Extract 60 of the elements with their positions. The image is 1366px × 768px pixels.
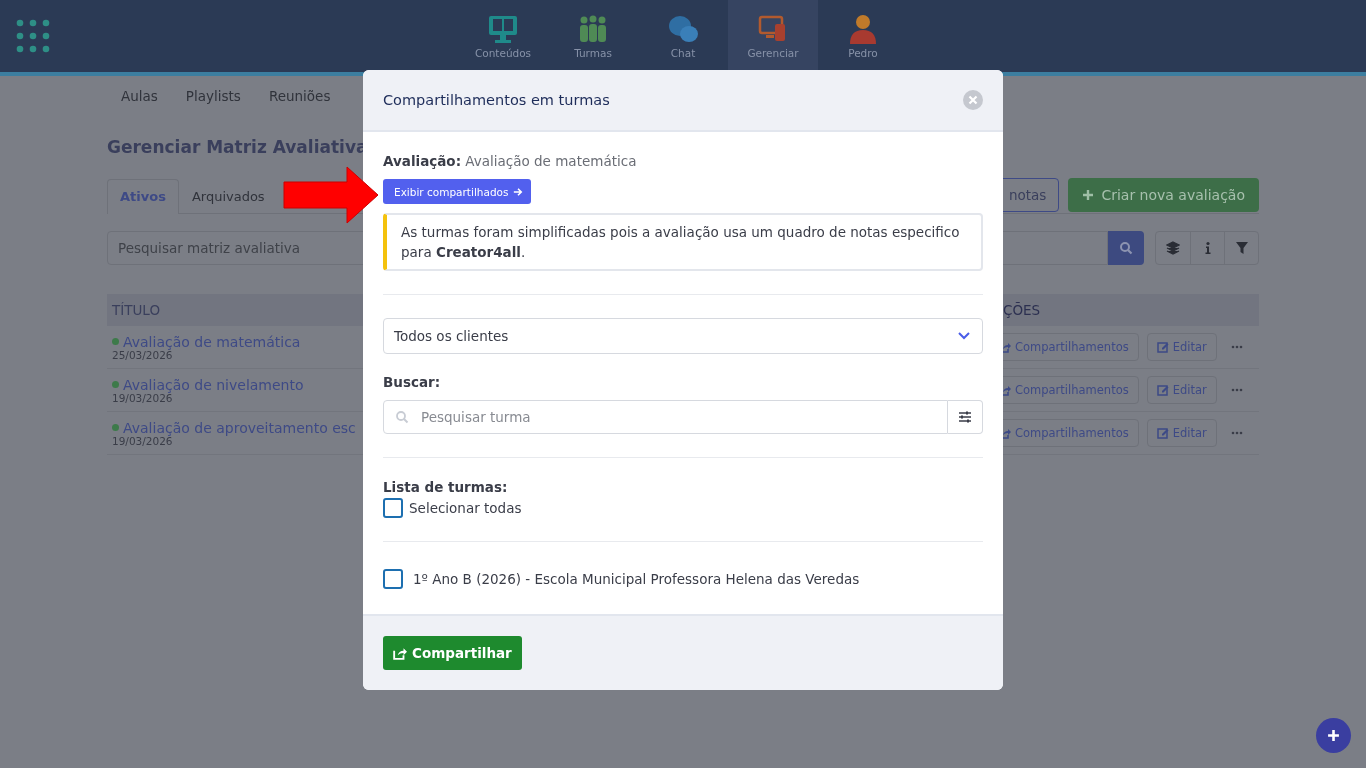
edit-icon xyxy=(1156,384,1169,396)
class-label: 1º Ano B (2026) - Escola Municipal Professora Helena das Veredas xyxy=(413,571,860,587)
more-icon[interactable] xyxy=(1230,431,1243,435)
subnav-link[interactable]: Playlists xyxy=(171,88,255,104)
tab[interactable]: Ativos xyxy=(107,179,179,214)
edit-icon xyxy=(1156,341,1169,353)
checkbox-label: Selecionar todas xyxy=(409,500,522,516)
list-label: Lista de turmas: xyxy=(383,479,508,495)
tab[interactable]: Arquivados xyxy=(178,179,278,213)
subnav-link[interactable]: Reuniões xyxy=(254,88,345,104)
search-icon xyxy=(395,410,409,424)
nav-item[interactable]: Chat xyxy=(638,0,728,72)
search-field[interactable]: Pesquisar turma xyxy=(383,400,948,434)
client-select[interactable]: Todos os clientes xyxy=(383,318,983,354)
chat-icon xyxy=(667,13,699,44)
add-button[interactable] xyxy=(1316,718,1351,753)
show-shared-button[interactable]: Exibir compartilhados xyxy=(383,179,532,204)
nav-item[interactable]: Turmas xyxy=(548,0,638,72)
share-icon xyxy=(393,646,407,660)
dialog-title: Compartilhamentos em turmas xyxy=(383,92,610,108)
date-text: 19/03/2026 xyxy=(112,435,173,447)
nav-item[interactable]: Pedro xyxy=(818,0,908,72)
date-text: 25/03/2026 xyxy=(112,349,173,361)
checkbox[interactable] xyxy=(383,569,403,589)
date-text: 19/03/2026 xyxy=(112,392,173,404)
plus-icon xyxy=(1082,189,1095,201)
column-header: TÍTULO xyxy=(112,302,161,318)
column-header: ÇÕES xyxy=(1003,302,1042,318)
close-icon[interactable] xyxy=(963,90,983,110)
assessment-link[interactable]: Avaliação de nivelamento xyxy=(123,376,304,393)
apps-grid-icon[interactable] xyxy=(16,19,50,53)
assessment-link[interactable]: Avaliação de matemática xyxy=(123,333,301,350)
edit-button[interactable]: Editar xyxy=(1146,376,1217,404)
people-icon xyxy=(577,13,609,44)
edit-icon xyxy=(1156,427,1169,439)
avatar-icon xyxy=(847,13,879,44)
edit-button[interactable]: Editar xyxy=(1146,333,1217,361)
edit-button[interactable]: Editar xyxy=(1146,419,1217,447)
monitor-icon xyxy=(487,13,519,44)
sliders-icon xyxy=(958,410,972,424)
nav-item[interactable]: Conteúdos xyxy=(458,0,548,72)
create-button[interactable]: Criar nova avaliação xyxy=(1068,178,1259,212)
nav-item[interactable]: Gerenciar xyxy=(728,0,818,72)
search-icon xyxy=(1119,241,1133,255)
filter-icon xyxy=(1234,241,1249,255)
layers-icon xyxy=(1166,241,1180,255)
page-title: Gerenciar Matriz Avaliativa xyxy=(107,137,369,157)
search-button[interactable] xyxy=(1108,231,1144,265)
more-icon[interactable] xyxy=(1230,345,1243,349)
notice-text: As turmas foram simplificadas pois a avaliação usa um quadro de notas especifico para Creator4all. xyxy=(401,224,960,260)
checkbox[interactable] xyxy=(383,498,403,518)
search-label: Buscar: xyxy=(383,374,441,390)
arrow-right-icon xyxy=(513,186,524,197)
chevron-down-icon xyxy=(958,332,970,340)
share-button[interactable]: Compartilhar xyxy=(383,636,522,670)
plus-icon xyxy=(1327,729,1340,742)
assessment-text: Avaliação: Avaliação de matemática xyxy=(383,153,637,169)
assessment-link[interactable]: Avaliação de aproveitamento esc xyxy=(123,419,356,436)
subnav-link[interactable]: Aulas xyxy=(107,88,172,104)
more-icon[interactable] xyxy=(1230,388,1243,392)
